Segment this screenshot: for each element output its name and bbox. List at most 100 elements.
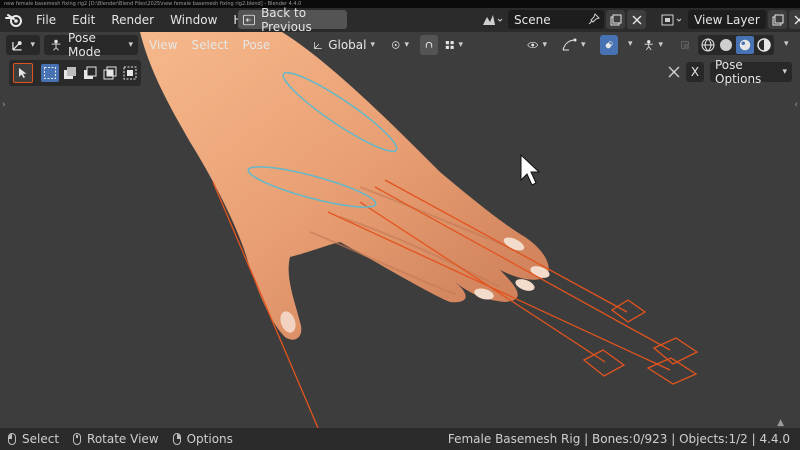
chevron-down-icon: ▾	[30, 40, 35, 50]
eye-icon	[527, 41, 539, 49]
mirror-x-label: X	[690, 65, 700, 79]
pivot-point-dropdown[interactable]: ▾	[386, 35, 414, 55]
mode-subtract-button[interactable]	[81, 64, 99, 82]
scene-selector: Scene View Layer	[476, 10, 800, 29]
orientation-icon	[314, 42, 322, 50]
material-shading-button[interactable]	[736, 36, 754, 54]
xray-toggle[interactable]	[676, 35, 694, 55]
visibility-dropdown[interactable]: ▾	[522, 35, 552, 55]
scene-name: Scene	[514, 12, 551, 27]
pose-options-label: Pose Options	[715, 58, 762, 86]
chevron-down-icon: ▾	[370, 40, 375, 50]
window-title: new female basemesh fixing rig2 [D:\Blen…	[0, 0, 800, 8]
mode-set-button[interactable]	[41, 64, 59, 82]
wireframe-shading-icon[interactable]	[700, 37, 716, 53]
new-view-layer-button[interactable]	[768, 10, 787, 29]
pivot-icon	[392, 41, 400, 49]
status-options-hint: Options	[172, 432, 233, 446]
selection-mode-tools	[9, 60, 141, 86]
menu-render[interactable]: Render	[103, 8, 162, 32]
chevron-down-icon: ▾	[782, 67, 787, 77]
status-rotate-hint: Rotate View	[73, 432, 159, 446]
back-to-previous-label: Back to Previous	[261, 5, 312, 34]
duplicate-icon	[772, 14, 783, 25]
view-layer-name: View Layer	[694, 12, 760, 27]
pin-icon[interactable]	[588, 13, 600, 25]
status-options-label: Options	[186, 432, 233, 446]
mode-intersect-button[interactable]	[121, 64, 139, 82]
menu-edit[interactable]: Edit	[64, 8, 103, 32]
orientation-label: Global	[328, 38, 367, 52]
toolbar-expand-icon[interactable]: ›	[2, 100, 6, 110]
overlays-toggle[interactable]	[600, 35, 618, 55]
mirror-x-toggle[interactable]: X	[686, 62, 704, 82]
delete-view-layer-button[interactable]	[789, 10, 800, 29]
select-tool-button[interactable]	[13, 63, 33, 83]
solid-shading-icon[interactable]	[718, 37, 734, 53]
menu-view[interactable]: View	[142, 38, 184, 52]
shading-chevron-icon[interactable]: ▾	[784, 39, 789, 49]
pose-options-bar: X Pose Options ▾	[666, 58, 792, 86]
select-set-icon	[44, 67, 56, 79]
middle-mouse-icon	[73, 433, 82, 445]
mode-difference-button[interactable]	[101, 64, 119, 82]
magnet-icon	[425, 41, 433, 48]
chevron-down-icon: ▾	[404, 40, 409, 50]
top-bar: File Edit Render Window Help Back to Pre…	[0, 6, 800, 34]
axis-editor-icon	[12, 41, 22, 51]
select-intersect-icon	[123, 66, 137, 80]
chevron-down-icon: ▾	[542, 40, 547, 50]
scene-name-field[interactable]: Scene	[508, 10, 604, 29]
pose-mode-icon	[51, 39, 61, 51]
bone-overlay-dropdown[interactable]: ▾	[638, 35, 668, 55]
gizmo-dropdown[interactable]: ▾	[556, 35, 594, 55]
armature-icon	[644, 40, 653, 51]
transform-orientation-dropdown[interactable]: Global ▾	[308, 35, 380, 55]
select-subtract-icon	[84, 66, 97, 79]
rendered-shading-icon[interactable]	[756, 37, 772, 53]
cursor-arrow-icon	[19, 68, 27, 78]
chevron-down-icon: ▾	[128, 40, 133, 50]
right-mouse-icon	[172, 433, 181, 445]
bone-mirror-icon[interactable]	[666, 64, 682, 80]
chevron-down-icon: ▾	[658, 40, 663, 50]
3d-viewport[interactable]: ▾ Pose Mode ▾ View Select Pose Global ▾ …	[0, 32, 800, 428]
snap-target-dropdown[interactable]: ▾	[440, 35, 468, 55]
status-select-label: Select	[22, 432, 60, 446]
chevron-down-icon: ▾	[581, 40, 586, 50]
status-select-hint: Select	[8, 432, 59, 446]
pose-options-dropdown[interactable]: Pose Options ▾	[710, 58, 792, 86]
asset-shelf-expand-icon[interactable]: ▲	[777, 418, 784, 428]
snap-toggle[interactable]	[420, 35, 438, 55]
duplicate-icon	[610, 14, 621, 25]
back-to-previous-button[interactable]: Back to Previous	[238, 6, 347, 34]
gizmo-icon	[562, 38, 577, 51]
editor-type-button[interactable]: ▾	[6, 35, 40, 55]
snap-grid-icon	[445, 41, 454, 49]
material-shading-icon	[739, 39, 751, 51]
mouse-cursor-icon	[520, 153, 541, 186]
menu-window[interactable]: Window	[162, 8, 225, 32]
new-scene-button[interactable]	[606, 10, 625, 29]
delete-scene-button[interactable]	[627, 10, 646, 29]
scene-browse-icon[interactable]	[478, 10, 506, 29]
status-bar: Select Rotate View Options Female Baseme…	[0, 428, 800, 450]
mode-dropdown[interactable]: Pose Mode ▾	[44, 32, 138, 59]
menu-pose[interactable]: Pose	[236, 38, 278, 52]
overlays-icon	[605, 41, 613, 49]
sidebar-expand-icon[interactable]: ‹	[794, 100, 798, 110]
menu-select[interactable]: Select	[184, 38, 235, 52]
view-layer-name-field[interactable]: View Layer	[688, 10, 766, 29]
mode-extend-button[interactable]	[61, 64, 79, 82]
blender-logo-icon[interactable]	[0, 8, 28, 32]
menu-file[interactable]: File	[28, 8, 64, 32]
left-mouse-icon	[8, 433, 16, 445]
close-icon	[794, 15, 800, 24]
mode-label: Pose Mode	[68, 32, 101, 59]
shading-modes	[698, 35, 774, 55]
xray-icon	[681, 41, 689, 49]
chevron-down-icon: ▾	[458, 40, 463, 50]
scene-render	[140, 32, 699, 428]
overlays-chevron-icon[interactable]: ▾	[628, 39, 633, 49]
view-layer-browse-icon[interactable]	[658, 10, 686, 29]
